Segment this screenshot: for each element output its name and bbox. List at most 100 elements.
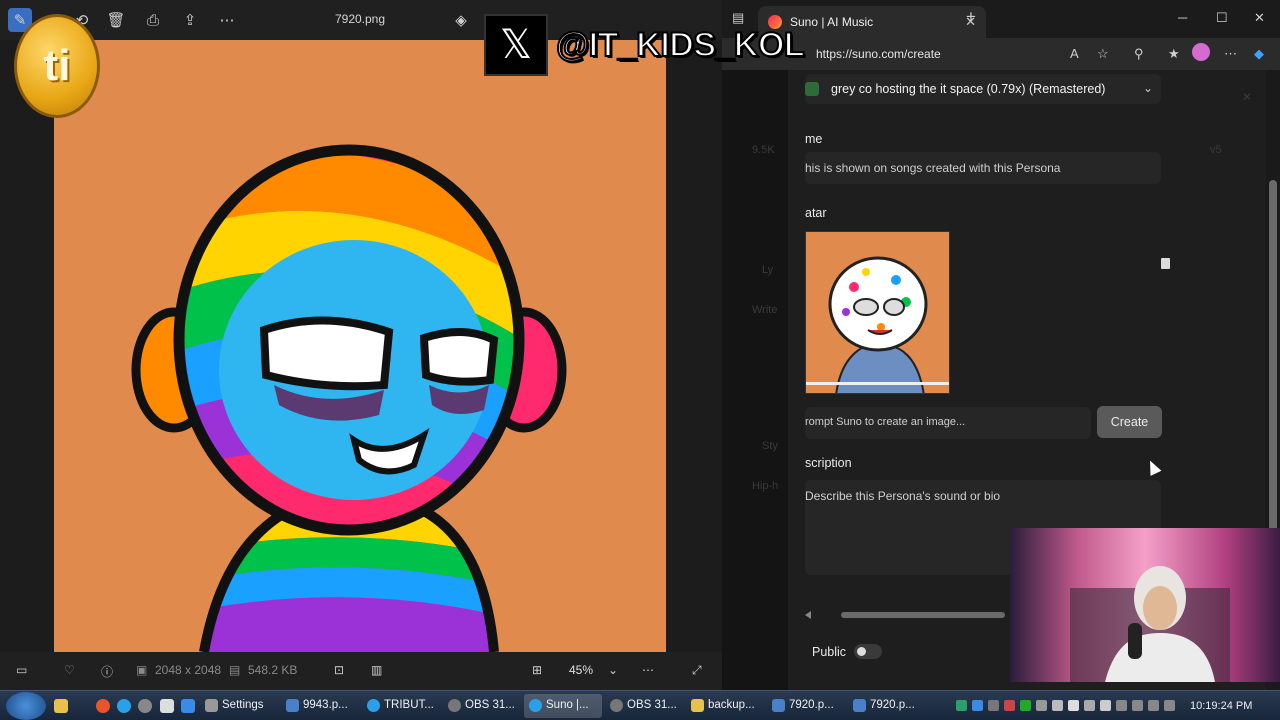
obs-icon[interactable] xyxy=(138,699,152,713)
avatar-label: atar xyxy=(805,206,827,220)
copilot-icon[interactable]: ◈ xyxy=(449,8,473,32)
taskbar-item-suno[interactable]: Suno |... xyxy=(524,694,602,718)
url-field[interactable]: https://suno.com/create xyxy=(802,42,1102,66)
zoom-dropdown-icon[interactable]: ⌄ xyxy=(608,663,618,677)
webcam-overlay xyxy=(1010,528,1280,682)
taskbar-clock[interactable]: 10:19:24 PM xyxy=(1190,700,1252,712)
compare-icon[interactable]: ▥ xyxy=(371,663,382,677)
browser-menu-icon[interactable]: ⋯ xyxy=(1224,46,1237,62)
song-select-value: grey co hosting the it space (0.79x) (Re… xyxy=(831,82,1106,96)
favorite-icon[interactable]: ♡ xyxy=(64,663,75,677)
profile-avatar[interactable] xyxy=(1192,43,1210,61)
tray-icon-13[interactable] xyxy=(1148,700,1159,711)
tray-icon-2[interactable] xyxy=(972,700,983,711)
address-bar: https://suno.com/create A ☆ ⚲ ★ ⋯ ◆ xyxy=(722,38,1280,70)
coin-logo: ti xyxy=(14,14,100,118)
more-icon[interactable]: ⋯ xyxy=(215,8,239,32)
bg-hiphop-label: Hip-h xyxy=(752,480,779,492)
filmstrip-icon[interactable]: ▭ xyxy=(16,663,27,677)
fit-icon[interactable]: ⊡ xyxy=(334,663,344,677)
scroll-thumb xyxy=(841,612,1005,618)
delete-icon[interactable]: 🗑 xyxy=(104,8,128,32)
read-aloud-icon[interactable]: A xyxy=(1070,46,1079,61)
firefox-icon[interactable] xyxy=(96,699,110,713)
dimensions-icon: ▣ xyxy=(136,663,148,677)
network-icon[interactable] xyxy=(1084,700,1095,711)
tray-icon-4[interactable] xyxy=(1004,700,1015,711)
persona-name-input[interactable]: his is shown on songs created with this … xyxy=(805,152,1161,184)
tray-icon-14[interactable] xyxy=(1164,700,1175,711)
tray-icon-6[interactable] xyxy=(1036,700,1047,711)
name-label: me xyxy=(805,132,823,146)
xbox-icon[interactable] xyxy=(1020,700,1031,711)
photos-icon[interactable] xyxy=(181,699,195,713)
bg-lyrics-label: Ly xyxy=(762,264,774,276)
taskbar-item-7920-b[interactable]: 7920.p... xyxy=(848,694,926,718)
minimize-icon[interactable]: ─ xyxy=(1178,10,1187,25)
actual-size-icon[interactable]: ⊞ xyxy=(532,663,542,677)
tray-icon-3[interactable] xyxy=(988,700,999,711)
zoom-level[interactable]: 45% xyxy=(569,663,593,677)
image-dimensions: 2048 x 2048 xyxy=(155,663,222,677)
taskbar-item-obs-2[interactable]: OBS 31... xyxy=(605,694,683,718)
rainbow-character-art xyxy=(131,144,567,652)
favorite-star-icon[interactable]: ☆ xyxy=(1097,46,1109,62)
create-image-button[interactable]: Create xyxy=(1097,406,1162,438)
song-select[interactable]: grey co hosting the it space (0.79x) (Re… xyxy=(805,74,1161,104)
bg-write-label: Write xyxy=(752,304,778,316)
filesize-icon: ▤ xyxy=(229,663,241,677)
avatar-image[interactable] xyxy=(805,231,950,394)
copilot-icon[interactable]: ◆ xyxy=(1254,46,1264,62)
image-prompt-input[interactable]: rompt Suno to create an image... xyxy=(805,407,1091,439)
taskbar-item-9943[interactable]: 9943.p... xyxy=(281,694,359,718)
bg-count: 9.5K xyxy=(752,144,775,156)
image-filesize: 548.2 KB xyxy=(248,663,298,677)
maximize-icon[interactable]: ☐ xyxy=(1216,10,1228,26)
taskbar-item-tribute[interactable]: TRIBUT... xyxy=(362,694,440,718)
media-icon[interactable] xyxy=(160,699,174,713)
delete-avatar-icon[interactable] xyxy=(1161,258,1170,269)
fullscreen-icon[interactable]: ⤢ xyxy=(692,663,702,678)
scroll-left-icon xyxy=(805,611,811,619)
tab-bar: ▤ Suno | AI Music ✕ + ─ ☐ ✕ xyxy=(722,0,1280,38)
viewer-filename: 7920.png xyxy=(334,12,386,26)
image-area xyxy=(0,40,722,652)
close-modal-icon[interactable]: ✕ xyxy=(1242,90,1252,104)
tray-icon-7[interactable] xyxy=(1052,700,1063,711)
explorer-icon[interactable] xyxy=(54,699,68,713)
more-options-icon[interactable]: ⋯ xyxy=(642,663,654,677)
tab-actions-icon[interactable]: ▤ xyxy=(732,10,744,26)
new-tab-icon[interactable]: + xyxy=(966,7,976,27)
share-icon[interactable]: ⇪ xyxy=(178,8,202,32)
page-background: 9.5K Ly Write Sty Hip-h xyxy=(722,70,788,690)
tray-icon-1[interactable] xyxy=(956,700,967,711)
coin-text: ti xyxy=(43,41,71,90)
horizontal-scrollbar[interactable] xyxy=(805,610,1005,620)
info-icon[interactable]: ⓘ xyxy=(101,663,113,680)
edge-icon[interactable] xyxy=(117,699,131,713)
start-button[interactable] xyxy=(6,692,46,720)
viewer-status-bar: ▭ ♡ ⓘ ▣ 2048 x 2048 ▤ 548.2 KB ⊡ ▥ ⊞ 45%… xyxy=(0,652,722,690)
bg-version: v5 xyxy=(1210,144,1222,156)
taskbar-item-obs-1[interactable]: OBS 31... xyxy=(443,694,521,718)
print-icon[interactable]: ⎙ xyxy=(141,8,165,32)
streamer-figure xyxy=(1070,566,1230,682)
battery-icon[interactable] xyxy=(1068,700,1079,711)
x-logo-icon: 𝕏 xyxy=(484,14,548,76)
description-label: scription xyxy=(805,456,852,470)
bg-style-label: Sty xyxy=(762,440,778,452)
extensions-icon[interactable]: ⚲ xyxy=(1134,46,1144,62)
taskbar-item-settings[interactable]: Settings xyxy=(200,694,278,718)
taskbar-item-7920-a[interactable]: 7920.p... xyxy=(767,694,845,718)
windows-taskbar: Settings 9943.p... TRIBUT... OBS 31... S… xyxy=(0,690,1280,720)
chevron-down-icon: ⌄ xyxy=(1142,81,1153,95)
public-toggle[interactable] xyxy=(854,644,883,659)
tray-icon-12[interactable] xyxy=(1132,700,1143,711)
favorites-icon[interactable]: ★ xyxy=(1168,46,1180,62)
taskbar-item-backup[interactable]: backup... xyxy=(686,694,764,718)
volume-icon[interactable] xyxy=(1100,700,1111,711)
avatar-character-art xyxy=(806,256,949,393)
social-handle: @IT_KIDS_KOL xyxy=(555,25,806,65)
close-window-icon[interactable]: ✕ xyxy=(1254,10,1265,26)
tray-icon-11[interactable] xyxy=(1116,700,1127,711)
